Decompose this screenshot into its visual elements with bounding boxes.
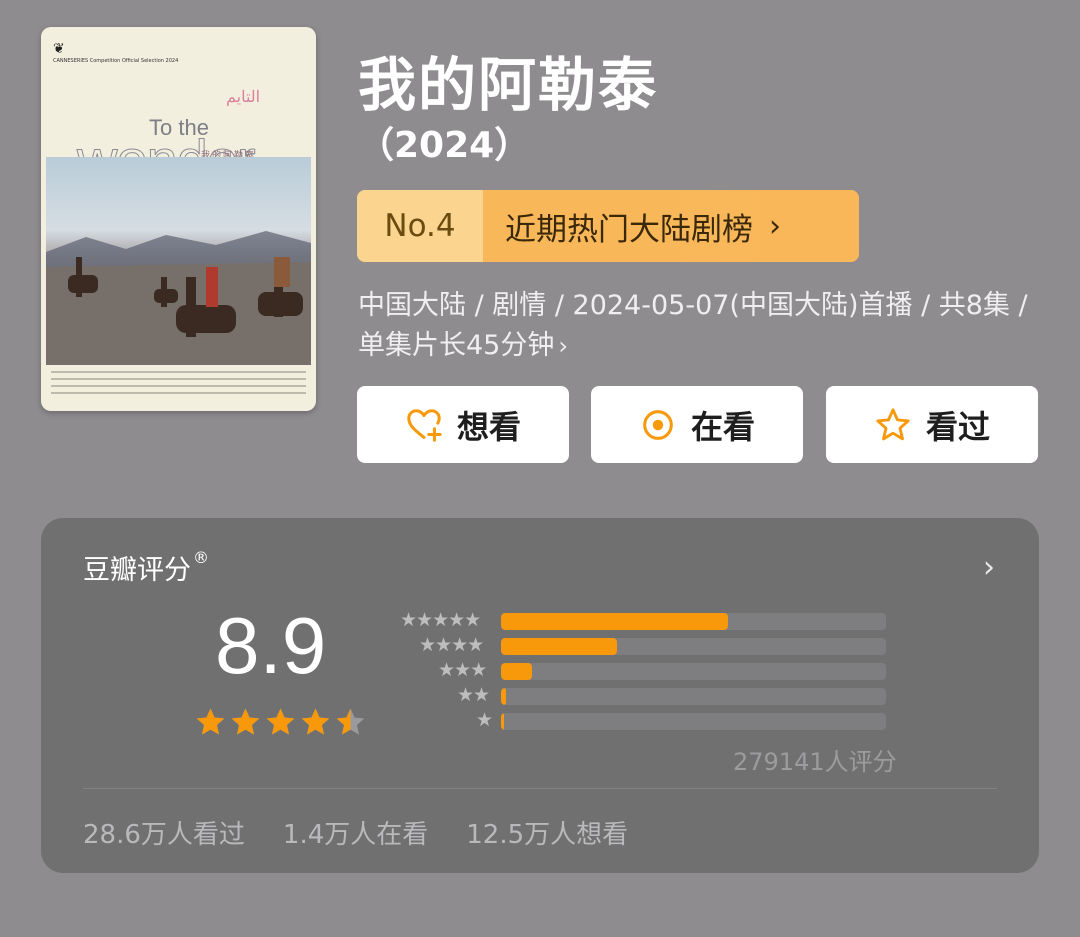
rating-count: 279141人评分 (733, 748, 897, 776)
star-icon (231, 708, 260, 735)
want-to-watch-label: 想看 (456, 407, 521, 446)
distribution-bar-fill (501, 713, 505, 730)
chevron-right-icon: › (558, 332, 568, 360)
rank-number: No.4 (357, 190, 483, 262)
rating-distribution: ★★★★★ ★★★★ ★★★ ★★ ★ (390, 611, 890, 736)
chevron-right-icon: › (769, 208, 781, 244)
watched-label: 看过 (925, 407, 990, 446)
star-icon (266, 708, 295, 735)
show-year: （2024） (358, 125, 531, 166)
distribution-bar-fill (501, 638, 617, 655)
chevron-right-icon[interactable]: › (983, 550, 995, 585)
show-meta-info[interactable]: 中国大陆 / 剧情 / 2024-05-07(中国大陆)首播 / 共8集 / 单… (358, 286, 1048, 366)
distribution-bar-track (501, 638, 886, 655)
distribution-row: ★★★★ (390, 636, 890, 661)
distribution-bar-fill (501, 688, 506, 705)
rank-list-name: 近期热门大陆剧榜 › (483, 190, 859, 262)
star-icon (301, 708, 330, 735)
distribution-row: ★★★ (390, 661, 890, 686)
distribution-stars-label: ★★★ (438, 659, 487, 681)
target-circle-icon (643, 409, 673, 440)
distribution-bar-track (501, 688, 886, 705)
watched-count: 28.6万人看过 (83, 820, 245, 850)
rating-score: 8.9 (215, 601, 327, 690)
rank-banner[interactable]: No.4 近期热门大陆剧榜 › (357, 190, 859, 262)
douban-rating-card[interactable]: 豆瓣评分 ® › 8.9 ★★★★★ ★★★★ ★★★ ★★ ★ 279141人评分 28… (41, 518, 1039, 873)
poster-credits (51, 371, 306, 401)
distribution-stars-label: ★★★★★ (400, 609, 481, 631)
divider (83, 788, 997, 789)
rating-stars (194, 706, 367, 739)
distribution-bar-fill (501, 663, 532, 680)
distribution-row: ★★★★★ (390, 611, 890, 636)
rating-header: 豆瓣评分 ® (83, 548, 209, 586)
distribution-row: ★ (390, 711, 890, 736)
distribution-bar-track (501, 713, 886, 730)
star-icon (196, 708, 225, 735)
distribution-bar-track (501, 613, 886, 630)
watching-label: 在看 (690, 407, 755, 446)
watched-button[interactable]: 看过 (826, 386, 1038, 463)
poster-image[interactable]: ❦ CANNESERIES Competition Official Selec… (41, 27, 316, 411)
want-to-watch-button[interactable]: 想看 (357, 386, 569, 463)
want-count: 12.5万人想看 (466, 820, 629, 850)
distribution-row: ★★ (390, 686, 890, 711)
distribution-bar-fill (501, 613, 729, 630)
poster-photo (46, 157, 311, 365)
distribution-stars-label: ★★ (457, 684, 490, 706)
festival-badge: ❦ CANNESERIES Competition Official Selec… (53, 41, 179, 64)
show-title: 我的阿勒泰 (358, 51, 659, 119)
watch-stats: 28.6万人看过 1.4万人在看 12.5万人想看 (83, 814, 628, 851)
heart-plus-icon (407, 408, 442, 442)
distribution-bar-track (501, 663, 886, 680)
poster-arabic-title: التايم (226, 87, 261, 106)
distribution-stars-label: ★ (476, 709, 493, 731)
watching-count: 1.4万人在看 (282, 820, 429, 850)
star-icon (336, 708, 365, 735)
distribution-stars-label: ★★★★ (419, 634, 484, 656)
star-outline-icon (876, 407, 910, 440)
watching-button[interactable]: 在看 (591, 386, 803, 463)
